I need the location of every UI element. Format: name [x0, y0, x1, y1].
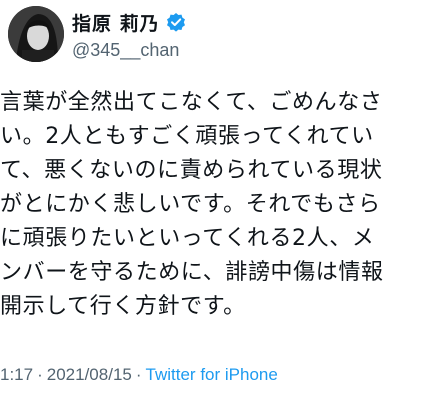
tweet-card: 指原 莉乃 @345__chan 言葉が全然出てこなくて、ごめんなさ い。2人と…	[0, 0, 428, 400]
tweet-header: 指原 莉乃 @345__chan	[0, 0, 428, 74]
tweet-date[interactable]: 2021/08/15	[47, 365, 132, 385]
tweet-text-line: 言葉が全然出てこなくて、ごめんなさ	[0, 90, 383, 115]
tweet-text-line: ンバーを守るために、誹謗中傷は情報	[0, 260, 384, 285]
tweet-text-line: がとにかく悲しいです。それでもさら	[0, 192, 381, 217]
tweet-text-line: い。2人ともすごく頑張ってくれてい	[0, 124, 374, 149]
tweet-text-line: に頑張りたいといってくれる2人、メ	[0, 226, 375, 251]
tweet-time[interactable]: 1:17	[0, 365, 33, 385]
tweet-metadata: 1:17 · 2021/08/15 · Twitter for iPhone	[0, 362, 278, 388]
display-name[interactable]: 指原 莉乃	[72, 9, 160, 36]
tweet-source-link[interactable]: Twitter for iPhone	[146, 365, 278, 385]
meta-separator: ·	[37, 365, 43, 384]
verified-badge-icon	[166, 12, 186, 32]
tweet-text-line: 開示して行く方針です。	[0, 294, 246, 319]
tweet-text-line: て、悪くないのに責められている現状	[0, 158, 383, 183]
name-row[interactable]: 指原 莉乃	[72, 8, 186, 36]
meta-separator: ·	[135, 365, 142, 384]
avatar[interactable]	[8, 6, 64, 62]
profile-avatar-image	[8, 6, 64, 62]
user-handle[interactable]: @345__chan	[72, 40, 179, 61]
tweet-text: 言葉が全然出てこなくて、ごめんなさ い。2人ともすごく頑張ってくれてい て、悪く…	[0, 86, 428, 324]
